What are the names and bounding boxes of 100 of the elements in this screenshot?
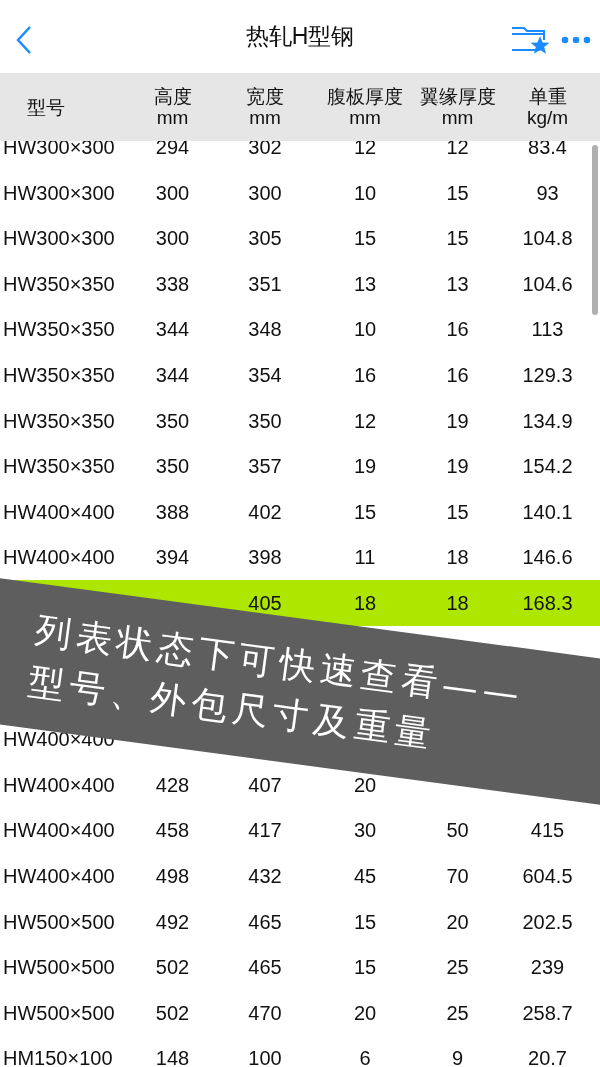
table-cell: 398 <box>248 546 282 569</box>
table-cell: HW300×300 <box>3 141 115 159</box>
table-cell: 294 <box>155 141 190 159</box>
table-cell: 402 <box>248 500 282 523</box>
table-cell: 30 <box>353 819 377 842</box>
table-cell: 470 <box>248 1001 282 1024</box>
table-cell: HW400×400 <box>3 773 115 796</box>
table-row[interactable]: HW350×350 344 348 10 16 113 <box>0 307 600 353</box>
table-cell: HW350×350 <box>3 455 115 478</box>
table-cell: 428 <box>155 773 190 796</box>
column-header: 单重 <box>528 86 567 107</box>
table-cell: 394 <box>155 546 190 569</box>
table-cell: 350 <box>248 409 282 432</box>
table-cell: HW350×350 <box>3 409 115 432</box>
table-cell: 93 <box>536 181 559 204</box>
table-row[interactable]: HW400×400 498 432 45 70 604.5 <box>0 853 600 900</box>
table-cell: 15 <box>353 500 377 523</box>
table-cell: 354 <box>248 364 282 386</box>
table-cell: 388 <box>155 500 190 523</box>
favorite-folder-icon[interactable] <box>510 24 552 56</box>
table-cell: 350 <box>155 409 190 432</box>
table-cell: 6 <box>359 1047 371 1067</box>
table-cell: HW400×400 <box>3 500 115 523</box>
table-cell: 13 <box>353 272 377 295</box>
table-cell: 18 <box>446 591 469 614</box>
table-row[interactable]: HW300×300 300 300 10 15 93 <box>0 170 600 217</box>
table-cell: 19 <box>446 455 469 478</box>
table-cell: 405 <box>248 591 282 614</box>
table-cell: HW300×300 <box>3 181 115 204</box>
table-cell: 15 <box>353 910 377 933</box>
scrollbar[interactable] <box>592 145 598 315</box>
table-cell: 338 <box>155 272 190 295</box>
table-row[interactable]: HM150×100 148 100 6 9 20.7 <box>0 1035 600 1067</box>
table-cell: 498 <box>155 865 190 887</box>
table-cell: 9 <box>451 1047 464 1067</box>
table-cell: 344 <box>155 364 190 386</box>
table-row[interactable]: HW350×350 338 351 13 13 104.6 <box>0 261 600 308</box>
table-cell: 465 <box>248 910 282 933</box>
table-cell: 20 <box>353 773 377 796</box>
table-row[interactable]: HW300×300 300 305 15 15 104.8 <box>0 216 600 262</box>
table-row[interactable]: HW300×300 294 302 12 12 83.4 <box>0 141 600 171</box>
table-cell: HW400×400 <box>3 546 115 569</box>
table-cell: 20 <box>446 910 469 933</box>
table-cell: 239 <box>530 956 565 979</box>
table-cell: 113 <box>531 318 564 341</box>
table-cell: 202.5 <box>522 910 573 933</box>
table-cell: 458 <box>155 819 190 842</box>
table-row[interactable]: HW350×350 350 357 19 19 154.2 <box>0 443 600 490</box>
table-row[interactable]: HW350×350 350 350 12 19 134.9 <box>0 398 600 444</box>
table-cell: 20 <box>353 1001 377 1024</box>
table-cell: 18 <box>446 546 469 569</box>
table-cell: 15 <box>446 227 469 250</box>
table-cell: HW400×400 <box>3 819 115 842</box>
table-cell: 305 <box>248 227 282 250</box>
table-row[interactable]: HW500×500 502 465 15 25 239 <box>0 944 600 991</box>
page-title: 热轧H型钢 <box>245 22 355 51</box>
column-unit: kg/m <box>526 107 569 128</box>
table-cell: 502 <box>155 1001 190 1024</box>
table-row[interactable]: HW400×400 394 398 11 18 146.6 <box>0 534 600 581</box>
table-row[interactable]: HW350×350 344 354 16 16 129.3 <box>0 352 600 399</box>
table-cell: HW300×300 <box>3 227 115 250</box>
table-cell: 300 <box>155 181 190 204</box>
table-cell: 258.7 <box>522 1001 573 1024</box>
table-cell: 344 <box>155 318 190 341</box>
table-cell: 432 <box>248 865 282 887</box>
table-cell: 104.8 <box>522 227 573 250</box>
table-cell: 25 <box>446 1001 469 1024</box>
column-unit: mm <box>349 107 381 128</box>
table-cell: 12 <box>446 141 469 159</box>
table-cell: 302 <box>248 141 282 159</box>
table-cell: 10 <box>353 318 377 341</box>
table-cell: 100 <box>248 1047 282 1067</box>
table-row[interactable]: HW500×500 492 465 15 20 202.5 <box>0 899 600 945</box>
table-cell: 10 <box>353 181 377 204</box>
table-cell: 146.6 <box>522 546 573 569</box>
column-header: 翼缘厚度 <box>419 86 496 107</box>
table-cell: 20.7 <box>528 1047 567 1067</box>
table-cell: HM150×100 <box>3 1047 113 1067</box>
back-icon[interactable] <box>14 24 34 56</box>
table-cell: 148 <box>155 1047 190 1067</box>
table-cell: 417 <box>248 819 282 842</box>
table-row[interactable]: HW400×400 458 417 30 50 415 <box>0 808 600 854</box>
table-row[interactable]: HW500×500 502 470 20 25 258.7 <box>0 990 600 1036</box>
table-cell: 415 <box>530 819 565 842</box>
table-cell: 492 <box>155 910 190 933</box>
table-cell: HW350×350 <box>3 272 115 295</box>
table-row[interactable]: HW400×400 388 402 15 15 140.1 <box>0 489 600 535</box>
table-cell: 357 <box>248 455 282 478</box>
column-unit: mm <box>441 107 474 128</box>
more-icon[interactable] <box>561 36 591 44</box>
table-cell: 140.1 <box>522 500 573 523</box>
column-unit: mm <box>156 107 189 128</box>
table-cell: 604.5 <box>522 865 573 887</box>
table-cell: 502 <box>155 956 190 979</box>
column-header: 腹板厚度 <box>327 86 403 107</box>
table-cell: 18 <box>353 591 377 614</box>
table-cell: 13 <box>446 272 469 295</box>
table-cell: 348 <box>248 318 282 341</box>
column-unit: mm <box>249 107 281 128</box>
table-cell: 45 <box>353 865 377 887</box>
